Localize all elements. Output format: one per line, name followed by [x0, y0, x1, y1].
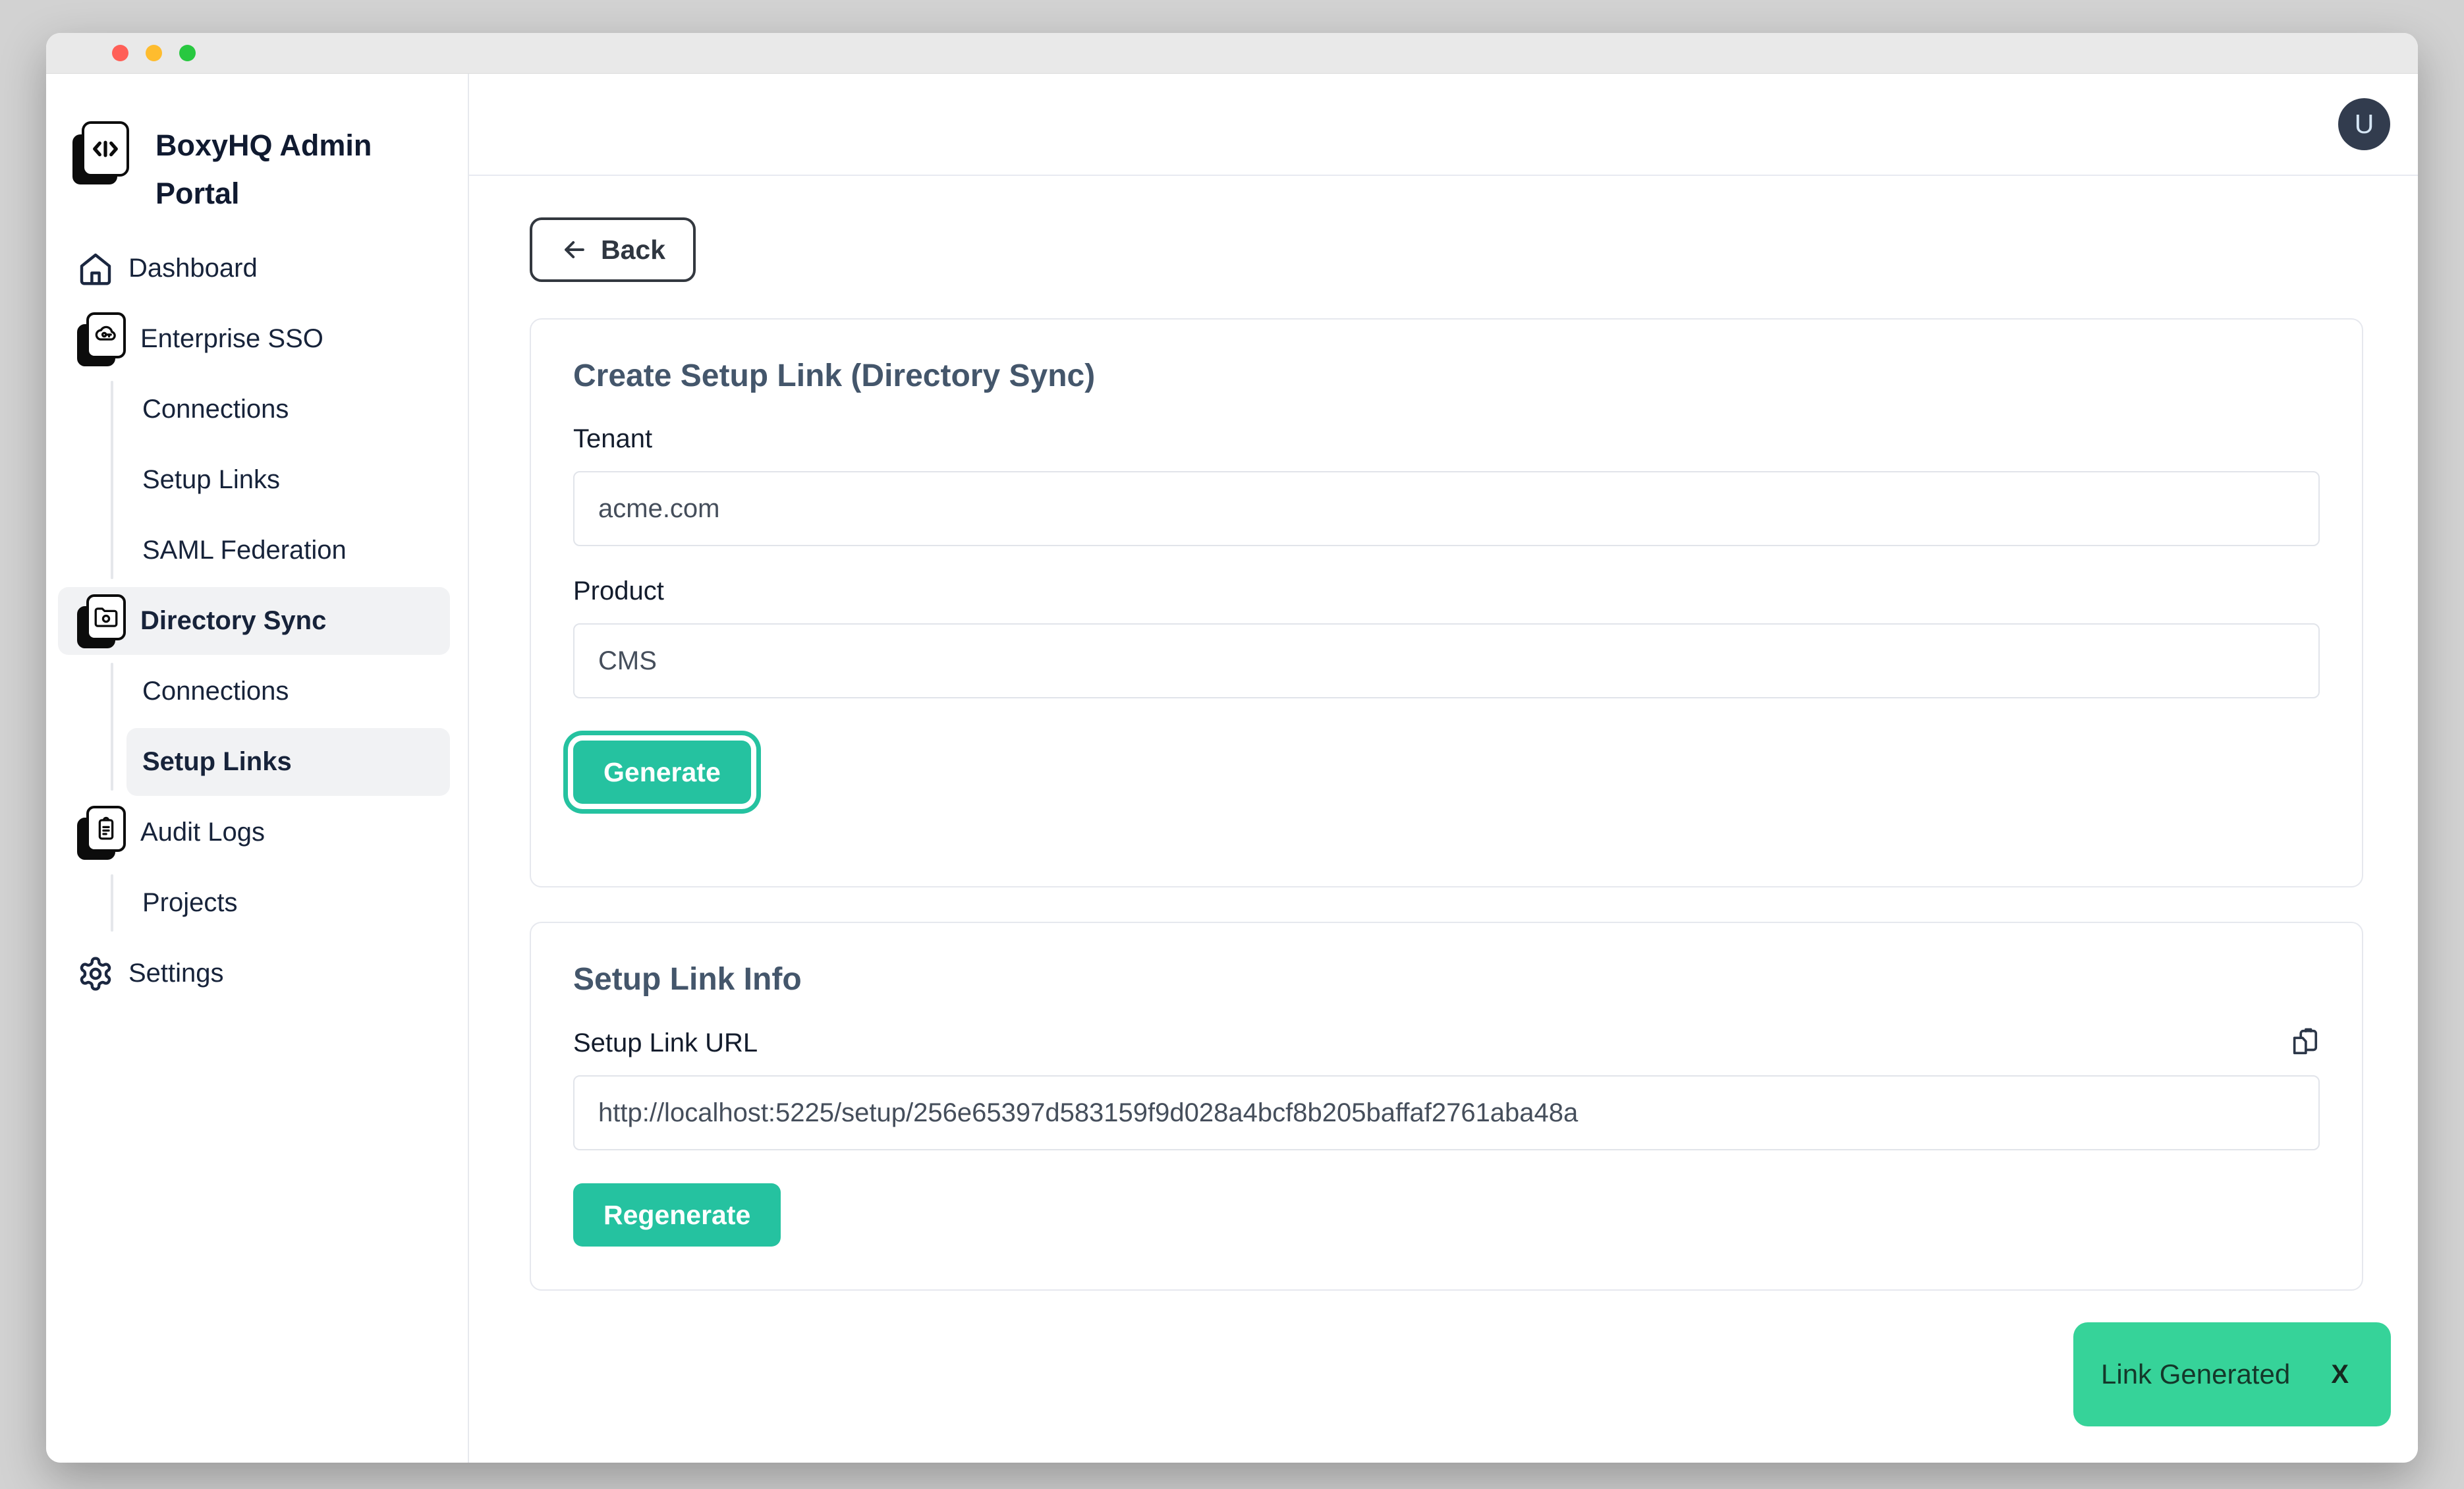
product-input[interactable] [573, 623, 2320, 698]
sidebar-nav: Dashboard Enterprise SSO Connections [46, 233, 468, 1009]
brand: BoxyHQ Admin Portal [46, 74, 468, 217]
window-titlebar [46, 33, 2418, 74]
sidebar-item-label: Directory Sync [140, 606, 326, 636]
link-generated-toast: Link Generated X [2073, 1322, 2391, 1426]
sidebar-item-label: Audit Logs [140, 818, 265, 847]
setup-link-url-label: Setup Link URL [573, 1028, 758, 1058]
user-avatar[interactable]: U [2338, 98, 2390, 150]
tenant-label: Tenant [573, 424, 2320, 454]
setup-link-info-card: Setup Link Info Setup Link URL Regenerat… [530, 922, 2363, 1291]
sso-cloud-key-icon [77, 312, 126, 366]
generate-button[interactable]: Generate [573, 741, 751, 804]
home-icon [77, 250, 114, 287]
sidebar-item-projects[interactable]: Projects [46, 868, 468, 938]
copy-button[interactable] [2289, 1026, 2320, 1058]
sidebar: BoxyHQ Admin Portal Dashboard [46, 74, 469, 1463]
main-header: U [469, 74, 2418, 176]
gear-icon [77, 955, 114, 992]
avatar-initial: U [2355, 109, 2374, 140]
sidebar-item-label: Settings [128, 959, 224, 988]
sidebar-item-saml-federation[interactable]: SAML Federation [46, 515, 468, 586]
zoom-window-icon[interactable] [179, 45, 196, 61]
audit-clipboard-icon [77, 806, 126, 860]
sidebar-item-audit-logs[interactable]: Audit Logs [46, 797, 468, 868]
toast-close-button[interactable]: X [2331, 1360, 2349, 1390]
back-button[interactable]: Back [530, 217, 696, 282]
create-setup-link-card: Create Setup Link (Directory Sync) Tenan… [530, 318, 2363, 887]
boxyhq-logo-icon [72, 121, 129, 184]
main-body: Back Create Setup Link (Directory Sync) … [469, 176, 2418, 1463]
regenerate-button[interactable]: Regenerate [573, 1183, 781, 1247]
sidebar-item-settings[interactable]: Settings [46, 938, 468, 1009]
tenant-input[interactable] [573, 471, 2320, 546]
directory-folder-icon [77, 594, 126, 648]
info-card-title: Setup Link Info [573, 961, 2320, 997]
sidebar-item-dsync-connections[interactable]: Connections [46, 656, 468, 727]
main-area: U Back Create Setup Link (Directory Sync… [469, 74, 2418, 1463]
sidebar-item-dsync-setup-links[interactable]: Setup Links [46, 727, 468, 797]
sidebar-item-label: Enterprise SSO [140, 324, 323, 354]
minimize-window-icon[interactable] [146, 45, 162, 61]
create-card-title: Create Setup Link (Directory Sync) [573, 358, 2320, 394]
sidebar-item-dashboard[interactable]: Dashboard [46, 233, 468, 304]
copy-clipboard-icon [2289, 1026, 2320, 1058]
product-label: Product [573, 576, 2320, 606]
sidebar-item-enterprise-sso[interactable]: Enterprise SSO [46, 304, 468, 374]
sidebar-item-sso-setup-links[interactable]: Setup Links [46, 445, 468, 515]
sidebar-item-directory-sync[interactable]: Directory Sync [46, 586, 468, 656]
arrow-left-icon [560, 235, 589, 264]
app-window: BoxyHQ Admin Portal Dashboard [46, 33, 2418, 1463]
close-window-icon[interactable] [112, 45, 128, 61]
toast-message: Link Generated [2101, 1359, 2290, 1390]
sidebar-item-label: Dashboard [128, 254, 258, 283]
sidebar-item-sso-connections[interactable]: Connections [46, 374, 468, 445]
brand-title: BoxyHQ Admin Portal [155, 121, 399, 217]
setup-link-url-input[interactable] [573, 1075, 2320, 1150]
